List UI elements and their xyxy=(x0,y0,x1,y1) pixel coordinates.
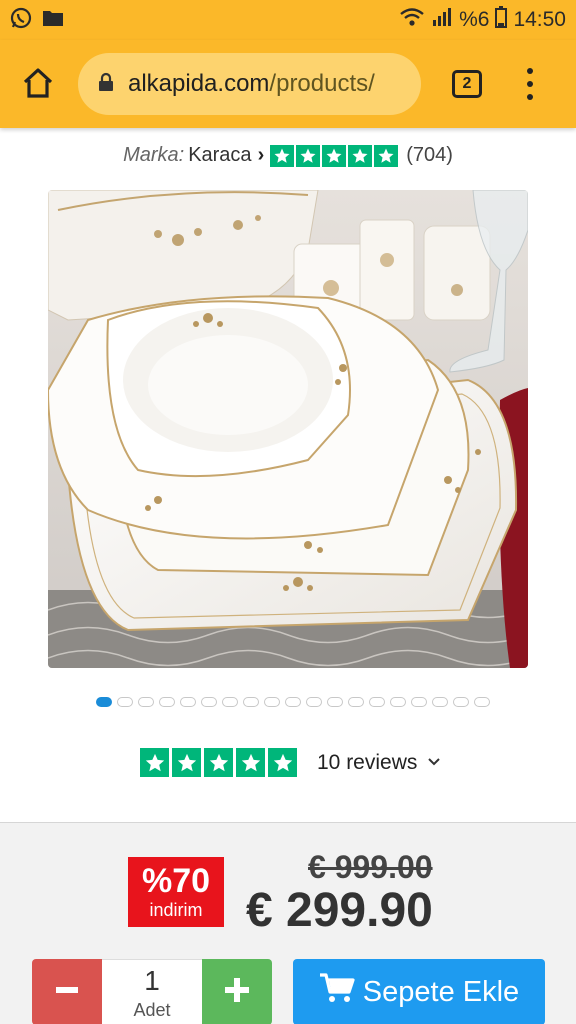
shopping-cart-icon xyxy=(319,972,355,1012)
signal-icon xyxy=(431,7,453,33)
add-to-cart-button[interactable]: Sepete Ekle xyxy=(293,959,545,1024)
menu-dot-icon xyxy=(527,81,533,87)
gallery-dot[interactable] xyxy=(411,697,427,707)
star-icon xyxy=(270,144,295,167)
star-icon xyxy=(172,748,201,777)
star-icon xyxy=(204,748,233,777)
gallery-dot[interactable] xyxy=(243,697,259,707)
gallery-dot[interactable] xyxy=(180,697,196,707)
brand-label: Marka: xyxy=(123,144,185,166)
quantity-field[interactable]: 1 Adet xyxy=(102,959,202,1024)
status-bar: %6 14:50 xyxy=(0,0,576,40)
rating-stars[interactable] xyxy=(270,144,399,167)
discount-percent: %70 xyxy=(141,862,211,900)
clock: 14:50 xyxy=(513,8,566,31)
old-price: € 999.00 xyxy=(308,849,433,885)
minus-icon xyxy=(54,977,80,1008)
rating-count: (704) xyxy=(406,144,453,166)
gallery-dot[interactable] xyxy=(390,697,406,707)
gallery-dot[interactable] xyxy=(117,697,133,707)
gallery-dot[interactable] xyxy=(306,697,322,707)
lock-icon xyxy=(98,72,114,97)
folder-icon xyxy=(42,9,64,32)
plus-icon xyxy=(223,976,251,1009)
gallery-dot[interactable] xyxy=(348,697,364,707)
gallery-dot[interactable] xyxy=(222,697,238,707)
browser-toolbar: alkapida.com/products/ 2 xyxy=(0,40,576,128)
star-icon xyxy=(268,748,297,777)
home-icon xyxy=(21,67,55,104)
gallery-pagination xyxy=(96,697,490,707)
star-icon xyxy=(140,748,169,777)
gallery-dot[interactable] xyxy=(264,697,280,707)
quantity-label: Adet xyxy=(133,1000,171,1020)
current-price: € 299.90 xyxy=(246,884,433,937)
gallery-dot[interactable] xyxy=(138,697,154,707)
quantity-decrease-button[interactable] xyxy=(32,959,102,1024)
menu-dot-icon xyxy=(527,94,533,100)
price-section: %70 indirim € 999.00 € 299.90 1 Adet Sep… xyxy=(0,822,576,1024)
overflow-menu-button[interactable] xyxy=(520,66,540,102)
url-path: /products/ xyxy=(269,70,375,97)
home-button[interactable] xyxy=(14,62,62,108)
url-domain: alkapida.com xyxy=(128,70,270,97)
gallery-dot[interactable] xyxy=(201,697,217,707)
menu-dot-icon xyxy=(527,68,533,74)
reviews-summary[interactable]: 10 reviews xyxy=(140,748,441,777)
star-icon xyxy=(374,144,399,167)
gallery-dot[interactable] xyxy=(453,697,469,707)
url-text: alkapida.com/products/ xyxy=(128,70,375,98)
brand-row: Marka: Karaca › (704) xyxy=(0,144,576,167)
star-icon xyxy=(322,144,347,167)
gallery-dot[interactable] xyxy=(474,697,490,707)
quantity-increase-button[interactable] xyxy=(202,959,272,1024)
chevron-right-icon: › xyxy=(257,144,265,166)
gallery-dot[interactable] xyxy=(432,697,448,707)
quantity-value: 1 xyxy=(144,965,160,996)
chevron-down-icon xyxy=(427,754,441,772)
discount-badge: %70 indirim xyxy=(128,857,224,927)
gallery-dot[interactable] xyxy=(327,697,343,707)
star-icon xyxy=(236,748,265,777)
status-left-icons xyxy=(10,7,64,34)
add-to-cart-label: Sepete Ekle xyxy=(362,975,520,1008)
battery-percent: %6 xyxy=(459,8,490,31)
trustpilot-stars xyxy=(140,748,297,777)
wifi-icon xyxy=(399,7,425,33)
gallery-dot[interactable] xyxy=(285,697,301,707)
tab-count: 2 xyxy=(462,75,472,92)
discount-label: indirim xyxy=(149,900,203,920)
gallery-dot[interactable] xyxy=(96,697,112,707)
gallery-dot[interactable] xyxy=(369,697,385,707)
battery-icon xyxy=(495,6,508,34)
tab-switcher-button[interactable]: 2 xyxy=(452,70,482,98)
brand-link[interactable]: Karaca xyxy=(188,144,251,167)
status-right: %6 14:50 xyxy=(399,6,566,34)
whatsapp-icon xyxy=(10,7,32,34)
star-icon xyxy=(296,144,321,167)
product-image[interactable] xyxy=(48,190,528,668)
gallery-dot[interactable] xyxy=(159,697,175,707)
star-icon xyxy=(348,144,373,167)
reviews-count-label: 10 reviews xyxy=(317,750,418,774)
address-bar[interactable]: alkapida.com/products/ xyxy=(78,53,421,115)
